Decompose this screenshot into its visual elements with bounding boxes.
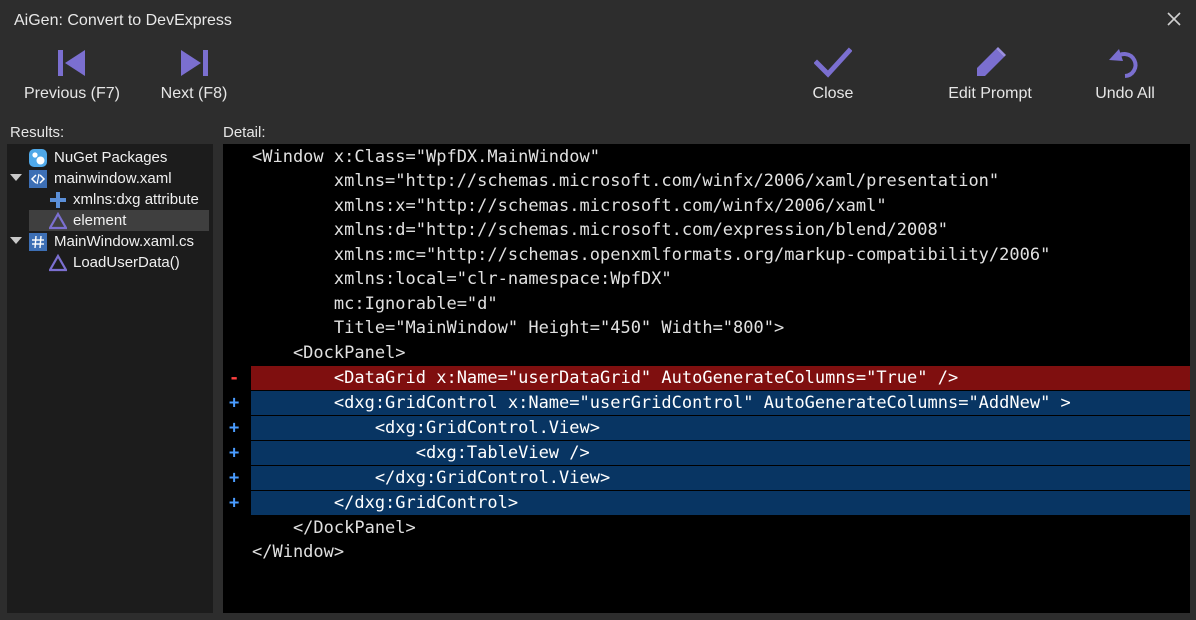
aigen-icon bbox=[49, 254, 67, 272]
pencil-icon bbox=[977, 47, 1006, 76]
code-line: Title="MainWindow" Height="450" Width="8… bbox=[223, 316, 1190, 340]
results-tree[interactable]: NuGet Packages mainwindow.xaml xmlns:dxg… bbox=[7, 144, 213, 613]
expand-arrow-icon[interactable] bbox=[10, 237, 22, 244]
code-text: </dxg:GridControl> bbox=[252, 493, 519, 513]
code-line: </DockPanel> bbox=[223, 516, 1190, 540]
detail-code-view[interactable]: <Window x:Class="WpfDX.MainWindow" xmlns… bbox=[223, 144, 1190, 613]
code-line-added: + <dxg:TableView /> bbox=[223, 441, 1190, 465]
undo-icon bbox=[1109, 49, 1138, 78]
diff-marker: + bbox=[229, 468, 240, 488]
code-line-added: + </dxg:GridControl.View> bbox=[223, 466, 1190, 490]
expand-arrow-icon[interactable] bbox=[10, 174, 22, 181]
next-button[interactable]: Next (F8) bbox=[150, 46, 238, 106]
code-text: xmlns:mc="http://schemas.openxmlformats.… bbox=[252, 245, 1051, 265]
window-title: AiGen: Convert to DevExpress bbox=[14, 12, 232, 29]
close-label: Close bbox=[812, 85, 854, 102]
code-line-added: + <dxg:GridControl.View> bbox=[223, 416, 1190, 440]
undo-all-button[interactable]: Undo All bbox=[1084, 46, 1166, 106]
diff-marker: + bbox=[229, 443, 240, 463]
code-line: xmlns:x="http://schemas.microsoft.com/wi… bbox=[223, 194, 1190, 218]
code-line-removed: - <DataGrid x:Name="userDataGrid" AutoGe… bbox=[223, 366, 1190, 390]
code-line: mc:Ignorable="d" bbox=[223, 292, 1190, 316]
tree-item-label: MainWindow.xaml.cs bbox=[54, 233, 195, 250]
skip-previous-icon bbox=[58, 50, 85, 76]
tree-item-xmlns-dxg-attribute[interactable]: xmlns:dxg attribute bbox=[7, 189, 213, 210]
edit-prompt-label: Edit Prompt bbox=[948, 85, 1032, 102]
code-text: <dxg:TableView /> bbox=[252, 443, 590, 463]
code-text: <DockPanel> bbox=[252, 343, 406, 363]
code-line: xmlns="http://schemas.microsoft.com/winf… bbox=[223, 169, 1190, 193]
code-text: xmlns:local="clr-namespace:WpfDX" bbox=[252, 269, 672, 289]
previous-label: Previous (F7) bbox=[23, 85, 121, 102]
close-icon[interactable] bbox=[1166, 11, 1182, 27]
code-text: <Window x:Class="WpfDX.MainWindow" bbox=[252, 147, 600, 167]
code-text: xmlns:d="http://schemas.microsoft.com/ex… bbox=[252, 220, 948, 240]
tree-item-mainwindow-xaml-cs[interactable]: MainWindow.xaml.cs bbox=[7, 231, 213, 252]
csharp-file-icon bbox=[29, 233, 47, 251]
detail-label: Detail: bbox=[223, 124, 266, 141]
code-text: <DataGrid x:Name="userDataGrid" AutoGene… bbox=[252, 368, 959, 388]
code-text: xmlns="http://schemas.microsoft.com/winf… bbox=[252, 171, 1000, 191]
code-text: <dxg:GridControl x:Name="userGridControl… bbox=[252, 393, 1071, 413]
tree-item-loaduserdata[interactable]: LoadUserData() bbox=[7, 252, 213, 273]
tree-item-label: element bbox=[73, 212, 127, 229]
tree-item-label: LoadUserData() bbox=[73, 254, 180, 271]
add-icon bbox=[50, 192, 66, 208]
xaml-file-icon bbox=[29, 170, 47, 188]
tree-item-mainwindow-xaml[interactable]: mainwindow.xaml bbox=[7, 168, 213, 189]
code-line: xmlns:mc="http://schemas.openxmlformats.… bbox=[223, 243, 1190, 267]
code-text: <dxg:GridControl.View> bbox=[252, 418, 600, 438]
previous-button[interactable]: Previous (F7) bbox=[16, 46, 128, 106]
tree-item-nuget-packages[interactable]: NuGet Packages bbox=[7, 147, 213, 168]
checkmark-icon bbox=[814, 47, 852, 78]
code-line-added: + <dxg:GridControl x:Name="userGridContr… bbox=[223, 391, 1190, 415]
close-button[interactable]: Close bbox=[798, 46, 868, 106]
diff-marker: + bbox=[229, 393, 240, 413]
code-text: </dxg:GridControl.View> bbox=[252, 468, 611, 488]
aigen-icon bbox=[49, 212, 67, 230]
tree-item-label: NuGet Packages bbox=[54, 149, 168, 166]
title-bar: AiGen: Convert to DevExpress bbox=[0, 0, 1196, 42]
diff-marker: + bbox=[229, 418, 240, 438]
next-label: Next (F8) bbox=[160, 85, 228, 102]
tree-item-label: mainwindow.xaml bbox=[54, 170, 172, 187]
results-label: Results: bbox=[10, 124, 65, 141]
code-line: <Window x:Class="WpfDX.MainWindow" bbox=[223, 145, 1190, 169]
edit-prompt-button[interactable]: Edit Prompt bbox=[938, 46, 1042, 106]
code-line: </Window> bbox=[223, 540, 1190, 564]
code-text: </DockPanel> bbox=[252, 518, 416, 538]
code-line: <DockPanel> bbox=[223, 341, 1190, 365]
tree-item-label: xmlns:dxg attribute bbox=[73, 191, 199, 208]
tree-item-element[interactable]: element bbox=[29, 210, 209, 231]
nuget-icon bbox=[29, 149, 47, 167]
diff-marker: + bbox=[229, 493, 240, 513]
code-text: </Window> bbox=[252, 542, 345, 562]
code-text: mc:Ignorable="d" bbox=[252, 294, 498, 314]
code-text: xmlns:x="http://schemas.microsoft.com/wi… bbox=[252, 196, 887, 216]
code-text: Title="MainWindow" Height="450" Width="8… bbox=[252, 318, 785, 338]
code-line: xmlns:local="clr-namespace:WpfDX" bbox=[223, 267, 1190, 291]
code-line-added: + </dxg:GridControl> bbox=[223, 491, 1190, 515]
code-line: xmlns:d="http://schemas.microsoft.com/ex… bbox=[223, 218, 1190, 242]
diff-marker: - bbox=[229, 368, 240, 388]
skip-next-icon bbox=[181, 50, 208, 76]
undo-all-label: Undo All bbox=[1095, 85, 1155, 102]
